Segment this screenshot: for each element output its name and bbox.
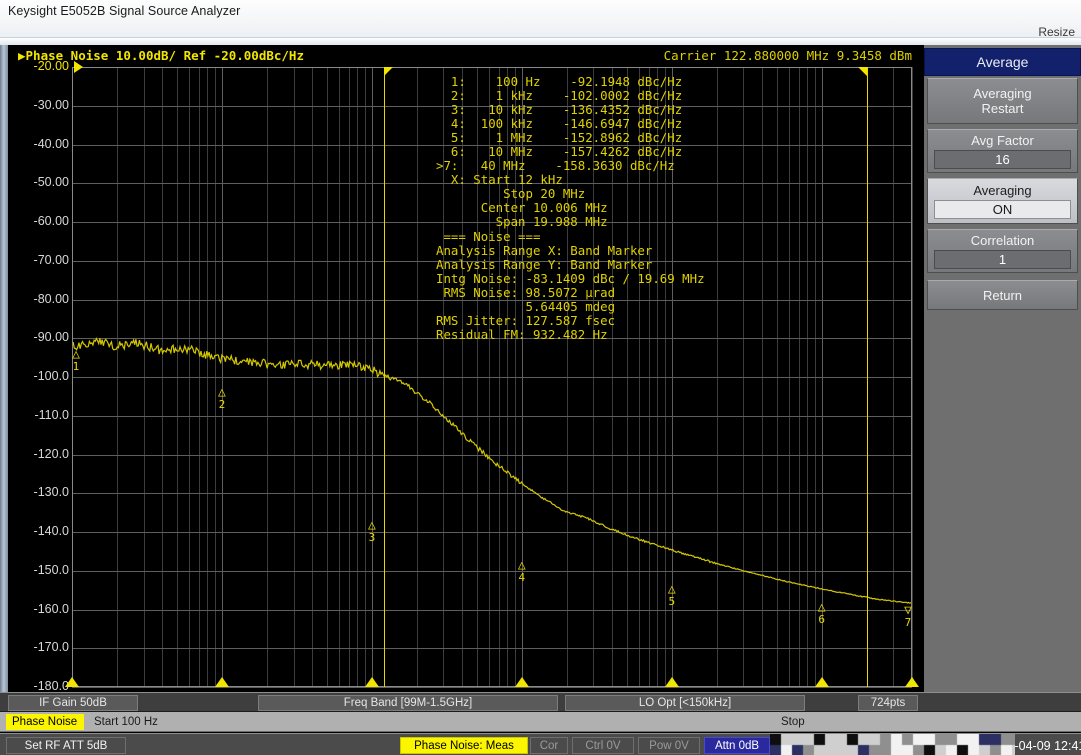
x-axis-marker-icon: [514, 677, 529, 687]
marker-triangle-icon: △: [367, 518, 376, 534]
x-axis-marker-icon: [664, 677, 679, 687]
band-marker-line[interactable]: [866, 67, 868, 687]
y-tick-label: -70.00: [33, 252, 69, 267]
softkey-label: Correlation: [970, 233, 1035, 248]
marker-triangle-icon: ▽: [904, 603, 912, 619]
y-tick-label: -140.0: [33, 524, 69, 538]
softkey-panel: Average Averaging Restart Avg Factor 16 Aver…: [924, 45, 1081, 692]
softkey-label: Averaging: [973, 183, 1032, 198]
status-attn[interactable]: Attn 0dB: [704, 737, 770, 754]
softkey-return[interactable]: Return: [927, 280, 1078, 310]
softkey-sublabel: Restart: [981, 101, 1024, 116]
band-marker-flag-icon[interactable]: [857, 67, 867, 76]
grid-line-v: [912, 67, 913, 687]
y-tick-label: -30.00: [33, 97, 69, 112]
status-points[interactable]: 724pts: [858, 695, 918, 711]
status-cor[interactable]: Cor: [530, 737, 568, 754]
status-bar-row1: IF Gain 50dB Freq Band [99M-1.5GHz] LO Opt…: [0, 692, 1081, 712]
y-tick-label: -160.0: [33, 601, 69, 616]
softkey-correlation[interactable]: Correlation 1: [927, 229, 1078, 273]
y-tick-label: -110.0: [34, 407, 69, 422]
redacted-region: [770, 734, 1015, 755]
status-stop-freq[interactable]: Stop: [775, 714, 825, 730]
softkey-label: Averaging: [973, 86, 1032, 101]
softkey-averaging[interactable]: Averaging ON: [927, 178, 1078, 224]
softkey-title: Average: [924, 48, 1081, 76]
status-phase-noise-tag[interactable]: Phase Noise: [6, 714, 84, 730]
app-root: Keysight E5052B Signal Source Analyzer R…: [0, 0, 1081, 755]
softkey-label: Avg Factor: [971, 133, 1034, 148]
marker-5[interactable]: △ 5: [667, 582, 676, 607]
y-tick-label: -120.0: [33, 446, 69, 461]
window-title-bar: Keysight E5052B Signal Source Analyzer R…: [0, 0, 1081, 45]
marker-3[interactable]: △ 3: [367, 518, 376, 543]
marker-triangle-icon: △: [517, 557, 526, 573]
graph-area[interactable]: ▶Phase Noise 10.00dB/ Ref -20.00dBc/Hz C…: [8, 45, 920, 692]
marker-6[interactable]: △ 6: [817, 599, 826, 625]
left-scroll-strip[interactable]: [0, 45, 8, 692]
x-axis-marker-icon: [65, 677, 79, 687]
y-tick-label: -60.00: [33, 214, 69, 228]
marker-1[interactable]: △ 1: [72, 346, 80, 372]
softkey-value[interactable]: ON: [934, 200, 1071, 219]
marker-triangle-icon: △: [667, 582, 676, 597]
band-marker-flag-icon[interactable]: [383, 67, 393, 76]
status-meas-state[interactable]: Phase Noise: Meas: [400, 737, 528, 754]
y-tick-label: -150.0: [33, 562, 69, 577]
y-tick-label: -20.00: [33, 59, 69, 73]
reference-level-marker-icon: [74, 61, 83, 73]
y-tick-label: -90.00: [33, 330, 69, 345]
marker-triangle-icon: △: [72, 346, 80, 362]
softkey-value[interactable]: 16: [934, 150, 1071, 169]
x-axis-marker-icon: [905, 677, 919, 687]
marker-readout-table: 1: 100 Hz -92.1948 dBc/Hz 2: 1 kHz -102.…: [436, 74, 705, 342]
y-tick-label: -50.00: [33, 175, 69, 190]
y-tick-label: -170.0: [33, 640, 69, 655]
status-bar-row2: Phase Noise Start 100 Hz Stop: [0, 712, 1081, 732]
marker-triangle-icon: △: [217, 384, 226, 400]
status-set-rf-att[interactable]: Set RF ATT 5dB: [6, 737, 126, 754]
marker-triangle-icon: △: [817, 599, 826, 615]
status-pow[interactable]: Pow 0V: [638, 737, 700, 754]
y-tick-label: -40.00: [33, 136, 69, 151]
y-tick-label: -130.0: [33, 485, 69, 500]
y-tick-label: -180.0: [33, 679, 69, 692]
softkey-value[interactable]: 1: [934, 250, 1071, 269]
marker-2[interactable]: △ 2: [217, 384, 226, 410]
softkey-averaging[interactable]: Averaging Restart: [927, 78, 1078, 124]
status-freq-band[interactable]: Freq Band [99M-1.5GHz]: [258, 695, 558, 711]
grid-line-h: [72, 687, 912, 688]
x-axis-marker-icon: [814, 677, 829, 687]
x-axis-marker-icon: [364, 677, 379, 687]
marker-4[interactable]: △ 4: [517, 557, 526, 583]
status-ctrl[interactable]: Ctrl 0V: [572, 737, 634, 754]
y-tick-label: -80.00: [33, 291, 69, 306]
carrier-readout: Carrier 122.880000 MHz 9.3458 dBm: [663, 48, 912, 63]
x-axis-marker-icon: [214, 677, 229, 687]
band-marker-line[interactable]: [383, 67, 385, 687]
window-edge: [0, 37, 1081, 45]
y-tick-label: -100.0: [33, 369, 69, 383]
softkey-avg-factor[interactable]: Avg Factor 16: [927, 129, 1078, 173]
status-start-freq[interactable]: Start 100 Hz: [88, 714, 208, 730]
marker-7[interactable]: ▽ 7: [904, 603, 912, 628]
softkey-label: Return: [982, 287, 1023, 303]
window-title: Keysight E5052B Signal Source Analyzer: [8, 4, 241, 18]
status-lo-opt[interactable]: LO Opt [<150kHz]: [565, 695, 805, 711]
y-axis-labels: -20.00 -30.00 -40.00 -50.00 -60.00 -70.00 -80.…: [8, 45, 72, 692]
status-if-gain[interactable]: IF Gain 50dB: [8, 695, 138, 711]
instrument-screen: ‹ ▶Phase Noise 10.00dB/ Ref -20.00dBc/Hz…: [0, 45, 1081, 755]
